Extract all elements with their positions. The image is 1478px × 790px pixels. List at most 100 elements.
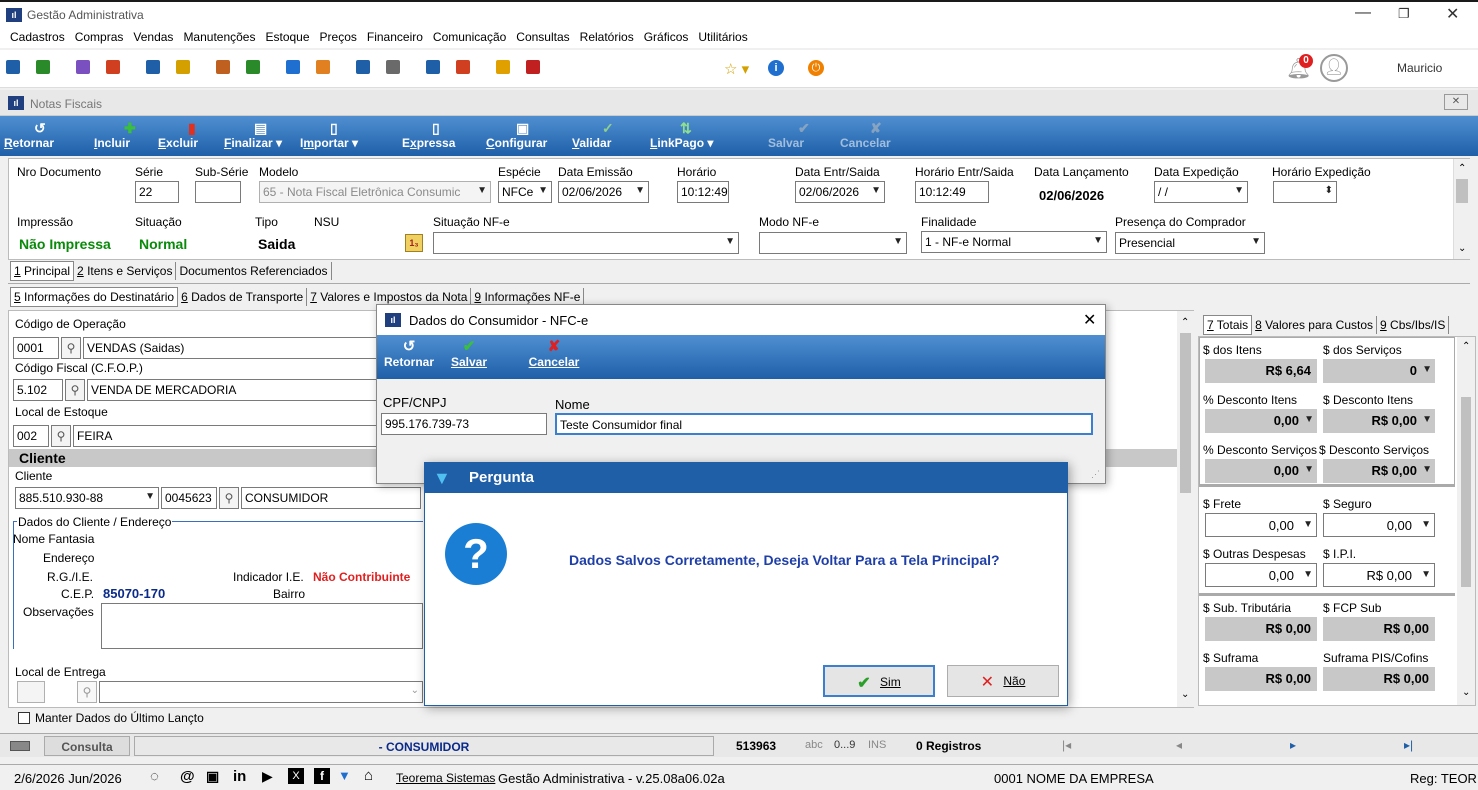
toolbar-icon-13[interactable] xyxy=(456,60,470,74)
data-exp-input[interactable]: / / ▼ xyxy=(1154,181,1248,203)
email-icon[interactable]: @ xyxy=(180,768,195,785)
scroll-down-icon[interactable]: ⌄ xyxy=(1462,687,1470,698)
toolbar-icon-12[interactable] xyxy=(426,60,440,74)
serie-input[interactable]: 22 xyxy=(135,181,179,203)
especie-select[interactable]: NFCe ▼ xyxy=(498,181,552,203)
toolbar-icon-7[interactable] xyxy=(246,60,260,74)
linkedin-icon[interactable]: in xyxy=(233,768,246,785)
cpf-input[interactable]: 995.176.739-73 xyxy=(381,413,547,435)
favorites-star-icon[interactable]: ☆ ▾ xyxy=(724,60,749,78)
menu-item-4[interactable]: Estoque xyxy=(265,30,309,44)
toolbar-icon-15[interactable] xyxy=(526,60,540,74)
totals-scrollbar[interactable]: ⌃ ⌄ xyxy=(1457,337,1475,705)
menu-item-1[interactable]: Compras xyxy=(75,30,124,44)
nfe-status-icon[interactable]: 1₃ xyxy=(405,234,423,252)
toolbar-icon-2[interactable] xyxy=(76,60,90,74)
cancelar-button[interactable]: ✘ Cancelar xyxy=(521,339,587,370)
search-icon[interactable]: ⚲ xyxy=(61,337,81,359)
scroll-thumb[interactable] xyxy=(1180,333,1191,493)
horario-exp-input[interactable]: ⬍ xyxy=(1273,181,1337,203)
cliente-doc-select[interactable]: 885.510.930-88 ▼ xyxy=(15,487,159,509)
modo-nfe-select[interactable]: ▼ xyxy=(759,232,907,254)
desc-itens-select[interactable]: R$ 0,00 ▼ xyxy=(1323,409,1435,433)
scroll-thumb[interactable] xyxy=(1461,397,1471,587)
scroll-thumb[interactable] xyxy=(1456,179,1468,203)
graduation-cap-icon[interactable]: ⌂ xyxy=(364,767,373,784)
toolbar-icon-9[interactable] xyxy=(316,60,330,74)
search-icon[interactable]: ⚲ xyxy=(219,487,239,509)
whatsapp-icon[interactable]: ◌ xyxy=(150,768,159,785)
modelo-select[interactable]: 65 - Nota Fiscal Eletrônica Consumic ▼ xyxy=(259,181,491,203)
local-estoque-input[interactable]: 002 xyxy=(13,425,49,447)
subserie-input[interactable] xyxy=(195,181,241,203)
panel-scrollbar[interactable]: ⌃ ⌄ xyxy=(1177,311,1194,707)
menu-item-3[interactable]: Manutenções xyxy=(183,30,255,44)
spinner-icon[interactable]: ⬍ xyxy=(1325,185,1333,196)
sim-button[interactable]: ✔ Sim xyxy=(823,665,935,697)
scroll-up-icon[interactable]: ⌃ xyxy=(1462,341,1470,352)
manter-checkbox[interactable] xyxy=(18,712,30,724)
instagram-icon[interactable]: ▣ xyxy=(206,768,219,785)
power-icon[interactable]: ⏻ xyxy=(808,60,824,76)
main-tab-1[interactable]: 2 Itens e Serviços xyxy=(74,262,177,280)
cliente-cod-input[interactable]: 0045623 xyxy=(161,487,217,509)
info-icon[interactable]: i xyxy=(768,60,784,76)
search-icon[interactable]: ⚲ xyxy=(51,425,71,447)
horario-entr-input[interactable]: 10:12:49 xyxy=(915,181,989,203)
scroll-down-icon[interactable]: ⌄ xyxy=(1458,243,1466,254)
outras-select[interactable]: 0,00 ▼ xyxy=(1205,563,1317,587)
facebook-icon[interactable]: f xyxy=(314,768,330,784)
toolbar-icon-10[interactable] xyxy=(356,60,370,74)
header-scrollbar[interactable]: ⌃ ⌄ xyxy=(1453,159,1470,259)
local-entrega-select[interactable]: ⌄ xyxy=(99,681,423,703)
toolbar-icon-1[interactable] xyxy=(36,60,50,74)
frete-select[interactable]: 0,00 ▼ xyxy=(1205,513,1317,537)
toolbar-icon-8[interactable] xyxy=(286,60,300,74)
toolbar-icon-5[interactable] xyxy=(176,60,190,74)
menu-item-2[interactable]: Vendas xyxy=(133,30,173,44)
salvar-button[interactable]: ✔ Salvar xyxy=(441,339,497,370)
seguro-select[interactable]: 0,00 ▼ xyxy=(1323,513,1435,537)
desc-serv-pct-select[interactable]: 0,00 ▼ xyxy=(1205,459,1317,483)
menu-item-10[interactable]: Gráficos xyxy=(644,30,689,44)
retornar-button[interactable]: ↺ Retornar xyxy=(381,339,437,370)
minimize-icon[interactable]: — xyxy=(1355,4,1371,22)
x-icon[interactable]: X xyxy=(288,768,304,784)
sit-nfe-select[interactable]: ▼ xyxy=(433,232,739,254)
search-icon[interactable]: ⚲ xyxy=(77,681,97,703)
keyboard-icon[interactable] xyxy=(10,741,30,751)
toolbar-linkpago-button[interactable]: ⇅ LinkPago ▾ xyxy=(650,120,734,150)
presenca-select[interactable]: Presencial ▼ xyxy=(1115,232,1265,254)
scroll-down-icon[interactable]: ⌄ xyxy=(1181,689,1189,700)
prev-record-icon[interactable]: ◂ xyxy=(1176,738,1182,752)
ipi-select[interactable]: R$ 0,00 ▼ xyxy=(1323,563,1435,587)
next-record-icon[interactable]: ▸ xyxy=(1290,738,1296,752)
subwindow-close-button[interactable]: ✕ xyxy=(1444,94,1468,110)
cfop-input[interactable]: 5.102 xyxy=(13,379,63,401)
toolbar-importar-button[interactable]: ▯ Importar ▾ xyxy=(300,120,384,150)
toolbar-icon-0[interactable] xyxy=(6,60,20,74)
toolbar-icon-11[interactable] xyxy=(386,60,400,74)
toolbar-configurar-button[interactable]: ▣ Configurar xyxy=(486,120,570,150)
menu-item-9[interactable]: Relatórios xyxy=(580,30,634,44)
toolbar-expressa-button[interactable]: ▯ Expressa xyxy=(402,120,486,150)
scroll-up-icon[interactable]: ⌃ xyxy=(1458,163,1466,174)
resize-grip-icon[interactable]: ⋰ xyxy=(1091,469,1100,480)
menu-item-8[interactable]: Consultas xyxy=(516,30,569,44)
data-entr-input[interactable]: 02/06/2026 ▼ xyxy=(795,181,885,203)
data-emissao-input[interactable]: 02/06/2026 ▼ xyxy=(558,181,649,203)
finalidade-select[interactable]: 1 - NF-e Normal ▼ xyxy=(921,231,1107,253)
restore-icon[interactable]: ❐ xyxy=(1398,6,1410,22)
close-icon[interactable]: ✕ xyxy=(1446,4,1459,24)
menu-item-11[interactable]: Utilitários xyxy=(698,30,747,44)
desc-itens-pct-select[interactable]: 0,00 ▼ xyxy=(1205,409,1317,433)
totals-tab-2[interactable]: 9 Cbs/Ibs/IS xyxy=(1377,316,1450,334)
sub-tab-0[interactable]: 5 Informações do Destinatário xyxy=(10,287,179,307)
local-entrega-input[interactable] xyxy=(17,681,45,703)
totals-tab-1[interactable]: 8 Valores para Custos xyxy=(1252,316,1378,334)
menu-item-0[interactable]: Cadastros xyxy=(10,30,65,44)
observacoes-input[interactable] xyxy=(101,603,423,649)
horario-input[interactable]: 10:12:49 xyxy=(677,181,729,203)
toolbar-validar-button[interactable]: ✓ Validar xyxy=(572,120,656,150)
toolbar-icon-14[interactable] xyxy=(496,60,510,74)
